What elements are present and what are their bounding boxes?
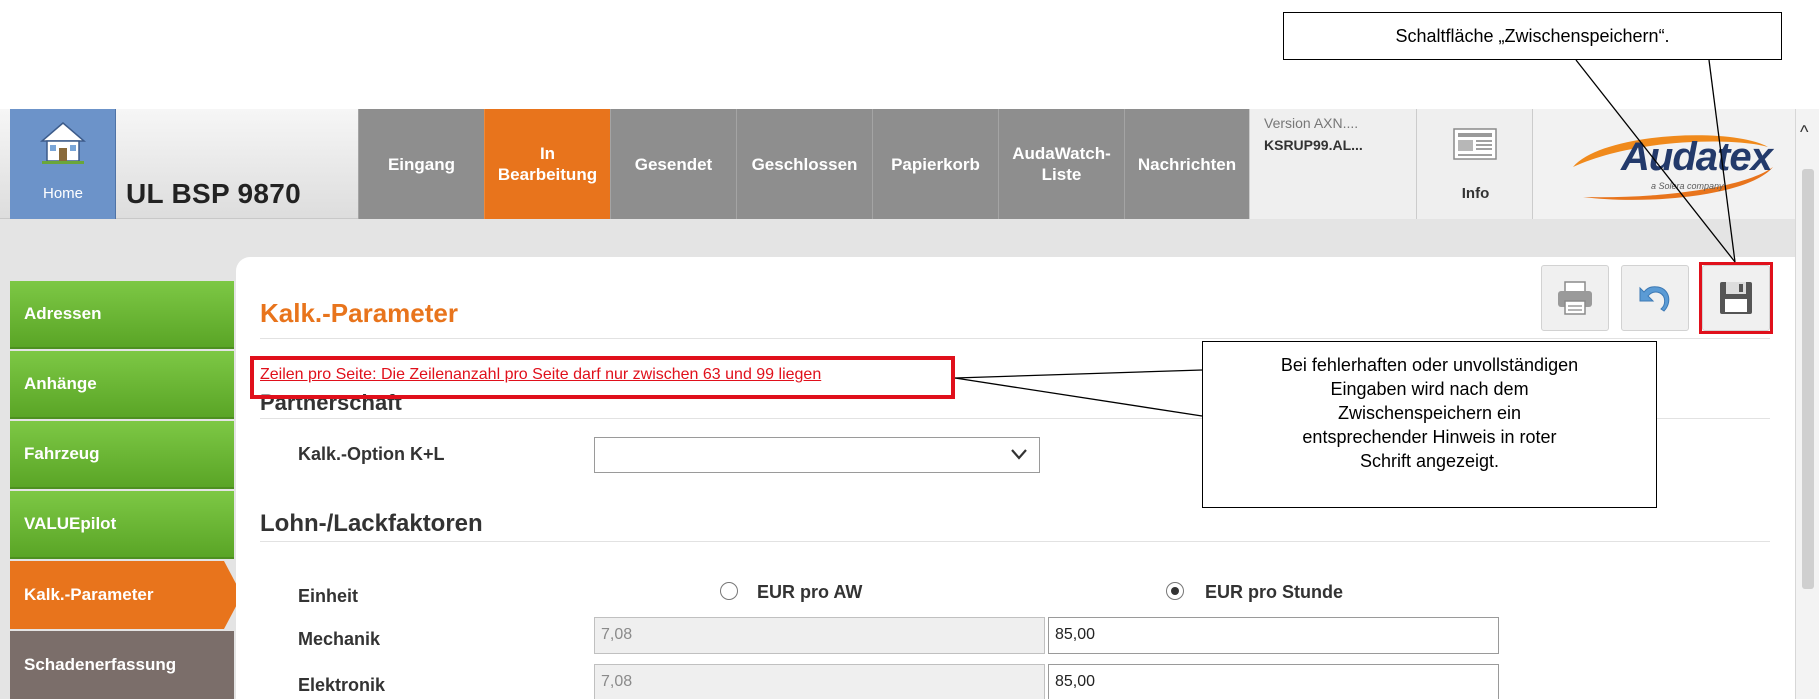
callout-line: entsprechender Hinweis in roter [1302, 427, 1557, 447]
logo-subtitle: a Solera company [1651, 181, 1724, 191]
info-label: Info [1461, 185, 1490, 202]
newspaper-icon [1453, 128, 1497, 160]
einheit-label: Einheit [298, 586, 359, 606]
print-button[interactable] [1541, 265, 1609, 331]
mechanik-aw-field: 7,08 [594, 617, 1045, 654]
chevron-down-icon [1011, 449, 1027, 460]
tab-label-line1: AudaWatch- [1012, 144, 1111, 163]
scroll-up-icon[interactable]: ^ [1800, 123, 1808, 141]
tab-audawatch-liste[interactable]: AudaWatch- Liste [998, 109, 1124, 219]
tab-label-line2: Bearbeitung [497, 165, 598, 184]
undo-button[interactable] [1621, 265, 1689, 331]
user-id: KSRUP99.AL... [1264, 137, 1363, 153]
sidebar-item-kalk-parameter[interactable]: Kalk.-Parameter [10, 561, 242, 629]
elektronik-stunde-field[interactable]: 85,00 [1048, 664, 1499, 699]
tab-label-line1: In [539, 144, 556, 163]
save-button-highlight [1699, 262, 1773, 334]
mechanik-label: Mechanik [298, 629, 381, 649]
tab-geschlossen[interactable]: Geschlossen [736, 109, 872, 219]
tab-label-line2: Liste [1041, 165, 1082, 184]
kalk-option-label: Kalk.-Option K+L [298, 444, 445, 464]
tab-in-bearbeitung[interactable]: In Bearbeitung [484, 109, 610, 219]
sidebar-item-adressen[interactable]: Adressen [10, 281, 234, 349]
sidebar-item-label: VALUEpilot [24, 514, 117, 533]
save-button-callout: Schaltfläche „Zwischenspeichern“. [1283, 12, 1782, 60]
tab-papierkorb[interactable]: Papierkorb [872, 109, 998, 219]
audatex-logo: Audatex a Solera company [1533, 109, 1795, 219]
info-button[interactable]: Info [1416, 109, 1533, 219]
vertical-scrollbar[interactable]: ^ [1795, 109, 1819, 699]
sidebar-item-label: Kalk.-Parameter [24, 585, 154, 604]
tab-nachrichten[interactable]: Nachrichten [1124, 109, 1249, 219]
case-title: UL BSP 9870 [126, 178, 302, 209]
elektronik-label: Elektronik [298, 675, 386, 695]
callout-line: Eingaben wird nach dem [1330, 379, 1529, 399]
home-label: Home [42, 185, 83, 202]
radio-label-eur-pro-aw: EUR pro AW [757, 582, 863, 602]
tab-label: Papierkorb [891, 154, 980, 174]
version-info: Version AXN.... KSRUP99.AL... [1249, 109, 1416, 219]
callout-line: Zwischenspeichern ein [1337, 403, 1522, 423]
tab-gesendet[interactable]: Gesendet [610, 109, 736, 219]
undo-icon [1639, 286, 1670, 312]
tab-label: Geschlossen [751, 154, 858, 174]
house-icon [40, 122, 86, 164]
tab-label: Gesendet [634, 154, 713, 174]
sidebar-item-schadenerfassung[interactable]: Schadenerfassung [10, 631, 234, 699]
printer-icon [1558, 281, 1592, 315]
app-window: Home UL BSP 9870 Eingang In Bearbeitung G… [0, 0, 1819, 699]
divider [260, 338, 1770, 339]
mechanik-stunde-field[interactable]: 85,00 [1048, 617, 1499, 654]
radio-eur-pro-stunde[interactable] [1166, 582, 1184, 600]
error-message-callout: Bei fehlerhaften oder unvollständigen Ei… [1202, 341, 1657, 508]
elektronik-aw-field: 7,08 [594, 664, 1045, 699]
sidebar-item-label: Schadenerfassung [24, 655, 177, 674]
tab-label: Eingang [387, 154, 456, 174]
sidebar-item-valuepilot[interactable]: VALUEpilot [10, 491, 234, 559]
callout-line: Schrift angezeigt. [1359, 451, 1500, 471]
home-button[interactable]: Home [10, 109, 116, 219]
error-message-link[interactable]: Zeilen pro Seite: Die Zeilenanzahl pro S… [260, 366, 821, 384]
sidebar-item-label: Adressen [24, 304, 102, 323]
page-title: Kalk.-Parameter [260, 298, 458, 328]
divider [260, 541, 1770, 542]
kalk-option-select[interactable] [594, 437, 1040, 473]
scrollbar-thumb[interactable] [1802, 169, 1814, 589]
radio-label-eur-pro-stunde: EUR pro Stunde [1205, 582, 1343, 602]
version-label: Version AXN.... [1264, 115, 1359, 131]
sidebar-item-anhaenge[interactable]: Anhänge [10, 351, 234, 419]
callout-text: Schaltfläche „Zwischenspeichern“. [1395, 26, 1670, 46]
callout-line: Bei fehlerhaften oder unvollständigen [1280, 355, 1579, 375]
logo-text: Audatex [1621, 135, 1773, 179]
radio-eur-pro-aw[interactable] [720, 582, 738, 600]
tab-label: Nachrichten [1137, 154, 1237, 174]
tab-eingang[interactable]: Eingang [358, 109, 484, 219]
sidebar-item-fahrzeug[interactable]: Fahrzeug [10, 421, 234, 489]
sidebar-item-label: Anhänge [24, 374, 97, 393]
sidebar-item-label: Fahrzeug [24, 444, 100, 463]
section-title-lohn-lackfaktoren: Lohn-/Lackfaktoren [260, 510, 483, 537]
